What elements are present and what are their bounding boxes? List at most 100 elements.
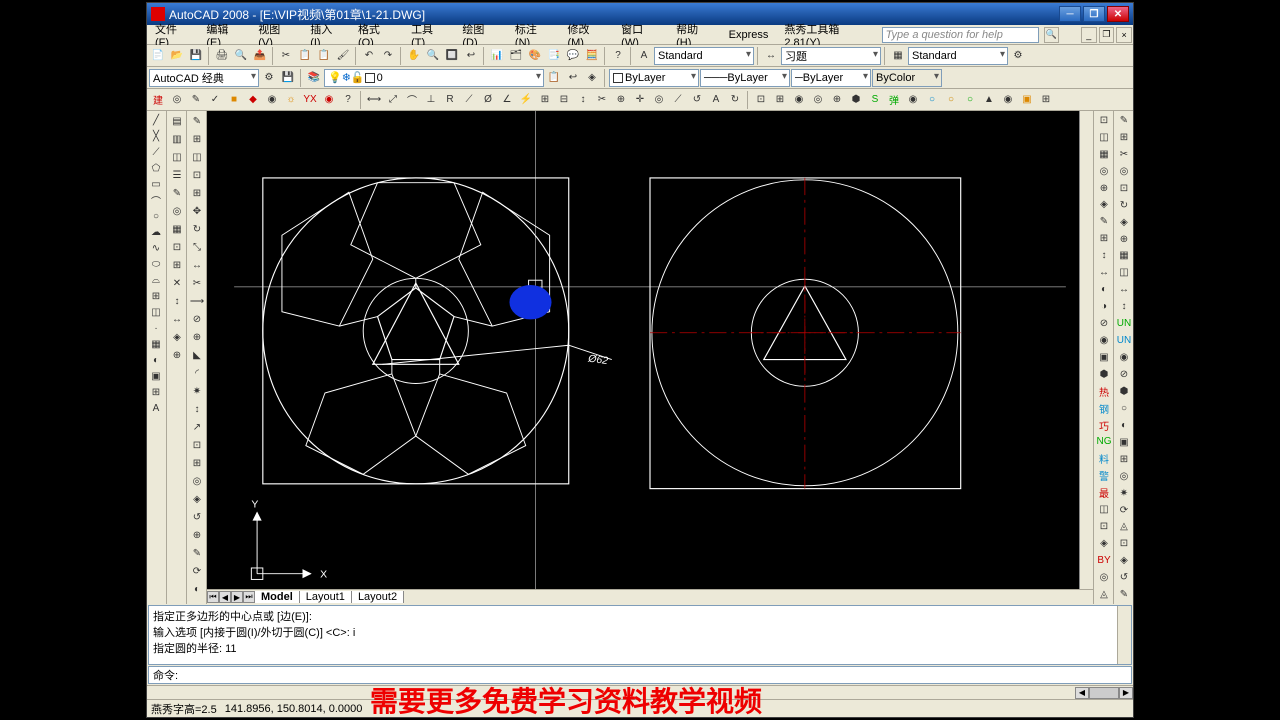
dim-diameter-button[interactable]: Ø bbox=[479, 91, 497, 109]
yx-tool-7[interactable]: ◉ bbox=[263, 91, 281, 109]
save-button[interactable]: 💾 bbox=[187, 47, 205, 65]
table-button[interactable]: ⊞ bbox=[148, 384, 164, 400]
tb2-4[interactable]: ☰ bbox=[168, 166, 186, 184]
layer-props-button[interactable]: 📚 bbox=[305, 69, 323, 87]
canvas-hscrollbar[interactable] bbox=[404, 591, 1093, 603]
tab-model[interactable]: Model bbox=[255, 591, 300, 603]
r2-13[interactable]: UN bbox=[1115, 315, 1133, 332]
hscroll-left-button[interactable]: ◀ bbox=[1075, 687, 1089, 699]
dim-break-button[interactable]: ✂ bbox=[593, 91, 611, 109]
plot-preview-button[interactable]: 🔍 bbox=[232, 47, 250, 65]
hatch-button[interactable]: ▦ bbox=[148, 336, 164, 352]
r2-1[interactable]: ✎ bbox=[1115, 112, 1133, 129]
color-dropdown[interactable]: ByLayer bbox=[609, 69, 699, 87]
centermark-button[interactable]: ✛ bbox=[631, 91, 649, 109]
dim-arc-button[interactable]: ⌒ bbox=[403, 91, 421, 109]
ellipse-arc-button[interactable]: ⌓ bbox=[148, 272, 164, 288]
yx-m[interactable]: ▲ bbox=[980, 91, 998, 109]
help-search-input[interactable]: Type a question for help bbox=[882, 27, 1039, 43]
undo-button[interactable]: ↶ bbox=[360, 47, 378, 65]
polygon-button[interactable]: ⬠ bbox=[148, 160, 164, 176]
yx-tool-8[interactable]: ☼ bbox=[282, 91, 300, 109]
r2-18[interactable]: ○ bbox=[1115, 400, 1133, 417]
toolpalette-button[interactable]: 🎨 bbox=[526, 47, 544, 65]
r1-24[interactable]: ◫ bbox=[1095, 501, 1113, 518]
mod-d[interactable]: ⊞ bbox=[188, 454, 206, 472]
r1-8[interactable]: ⊞ bbox=[1095, 230, 1113, 247]
tb2-13[interactable]: ◈ bbox=[168, 328, 186, 346]
hscroll-thumb[interactable] bbox=[1089, 687, 1119, 699]
pline-button[interactable]: ⟋ bbox=[148, 144, 164, 160]
doc-minimize-button[interactable]: _ bbox=[1081, 27, 1097, 43]
dim-quick-button[interactable]: ⚡ bbox=[517, 91, 535, 109]
tb2-3[interactable]: ◫ bbox=[168, 148, 186, 166]
mod-f[interactable]: ◈ bbox=[188, 490, 206, 508]
r2-19[interactable]: ◐ bbox=[1115, 417, 1133, 434]
tab-prev-button[interactable]: ◀ bbox=[219, 591, 231, 603]
dim-linear-button[interactable]: ⟷ bbox=[365, 91, 383, 109]
tab-layout1[interactable]: Layout1 bbox=[300, 591, 352, 603]
r2-4[interactable]: ◎ bbox=[1115, 163, 1133, 180]
yx-c[interactable]: ◉ bbox=[790, 91, 808, 109]
yx-k[interactable]: ○ bbox=[942, 91, 960, 109]
r1-19[interactable]: 巧 bbox=[1095, 417, 1113, 434]
yx-d[interactable]: ◎ bbox=[809, 91, 827, 109]
r1-26[interactable]: ◈ bbox=[1095, 535, 1113, 552]
layer-state-button[interactable]: 📋 bbox=[545, 69, 563, 87]
help-search-button[interactable]: 🔍 bbox=[1044, 27, 1060, 43]
rotate-button[interactable]: ↻ bbox=[188, 220, 206, 238]
jogged-linear-button[interactable]: ⟋ bbox=[669, 91, 687, 109]
r2-23[interactable]: ✷ bbox=[1115, 485, 1133, 502]
publish-button[interactable]: 📤 bbox=[251, 47, 269, 65]
workspace-settings-button[interactable]: ⚙ bbox=[260, 69, 278, 87]
tb2-8[interactable]: ⊡ bbox=[168, 238, 186, 256]
mod-i[interactable]: ✎ bbox=[188, 544, 206, 562]
r2-15[interactable]: ◉ bbox=[1115, 349, 1133, 366]
r1-20[interactable]: NG bbox=[1095, 434, 1113, 451]
drawing-canvas[interactable]: Ø62 bbox=[207, 111, 1093, 589]
r2-11[interactable]: ↔ bbox=[1115, 281, 1133, 298]
r1-28[interactable]: ◎ bbox=[1095, 569, 1113, 586]
r1-21[interactable]: 料 bbox=[1095, 450, 1113, 467]
yx-tool-5[interactable]: ■ bbox=[225, 91, 243, 109]
point-button[interactable]: · bbox=[148, 320, 164, 336]
array-button[interactable]: ⊞ bbox=[188, 184, 206, 202]
r1-14[interactable]: ◉ bbox=[1095, 332, 1113, 349]
r1-9[interactable]: ↕ bbox=[1095, 247, 1113, 264]
tb2-1[interactable]: ▤ bbox=[168, 112, 186, 130]
yx-tool-10[interactable]: ◉ bbox=[320, 91, 338, 109]
rectangle-button[interactable]: ▭ bbox=[148, 176, 164, 192]
r1-16[interactable]: ⬢ bbox=[1095, 366, 1113, 383]
tb2-12[interactable]: ↔ bbox=[168, 310, 186, 328]
cmd-scrollbar[interactable] bbox=[1117, 606, 1131, 664]
doc-close-button[interactable]: × bbox=[1116, 27, 1132, 43]
tablestyle-manage-button[interactable]: ⚙ bbox=[1009, 47, 1027, 65]
r1-22[interactable]: 警 bbox=[1095, 467, 1113, 484]
pan-button[interactable]: ✋ bbox=[405, 47, 423, 65]
r1-4[interactable]: ◎ bbox=[1095, 163, 1113, 180]
tab-first-button[interactable]: ⏮ bbox=[207, 591, 219, 603]
r2-26[interactable]: ⊡ bbox=[1115, 535, 1133, 552]
workspace-dropdown[interactable]: AutoCAD 经典 bbox=[149, 69, 259, 87]
dim-radius-button[interactable]: R bbox=[441, 91, 459, 109]
yx-tool-6[interactable]: ◆ bbox=[244, 91, 262, 109]
r1-23[interactable]: 最 bbox=[1095, 484, 1113, 501]
mod-c[interactable]: ⊡ bbox=[188, 436, 206, 454]
extend-button[interactable]: ⟶ bbox=[188, 292, 206, 310]
r1-25[interactable]: ⊡ bbox=[1095, 518, 1113, 535]
tablestyle-dropdown[interactable]: Standard bbox=[908, 47, 1008, 65]
mtext-button[interactable]: A bbox=[148, 400, 164, 416]
open-button[interactable]: 📂 bbox=[168, 47, 186, 65]
r1-27[interactable]: BY bbox=[1095, 552, 1113, 569]
r1-1[interactable]: ⊡ bbox=[1095, 112, 1113, 129]
yx-i[interactable]: ◉ bbox=[904, 91, 922, 109]
mod-a[interactable]: ↕ bbox=[188, 400, 206, 418]
yx-tool-1[interactable]: 建 bbox=[149, 91, 167, 109]
r2-22[interactable]: ◎ bbox=[1115, 468, 1133, 485]
print-button[interactable]: 🖨 bbox=[213, 47, 231, 65]
r2-25[interactable]: ◬ bbox=[1115, 519, 1133, 536]
tb2-7[interactable]: ▦ bbox=[168, 220, 186, 238]
r2-28[interactable]: ↺ bbox=[1115, 569, 1133, 586]
doc-restore-button[interactable]: ❐ bbox=[1099, 27, 1115, 43]
dim-aligned-button[interactable]: ⤢ bbox=[384, 91, 402, 109]
